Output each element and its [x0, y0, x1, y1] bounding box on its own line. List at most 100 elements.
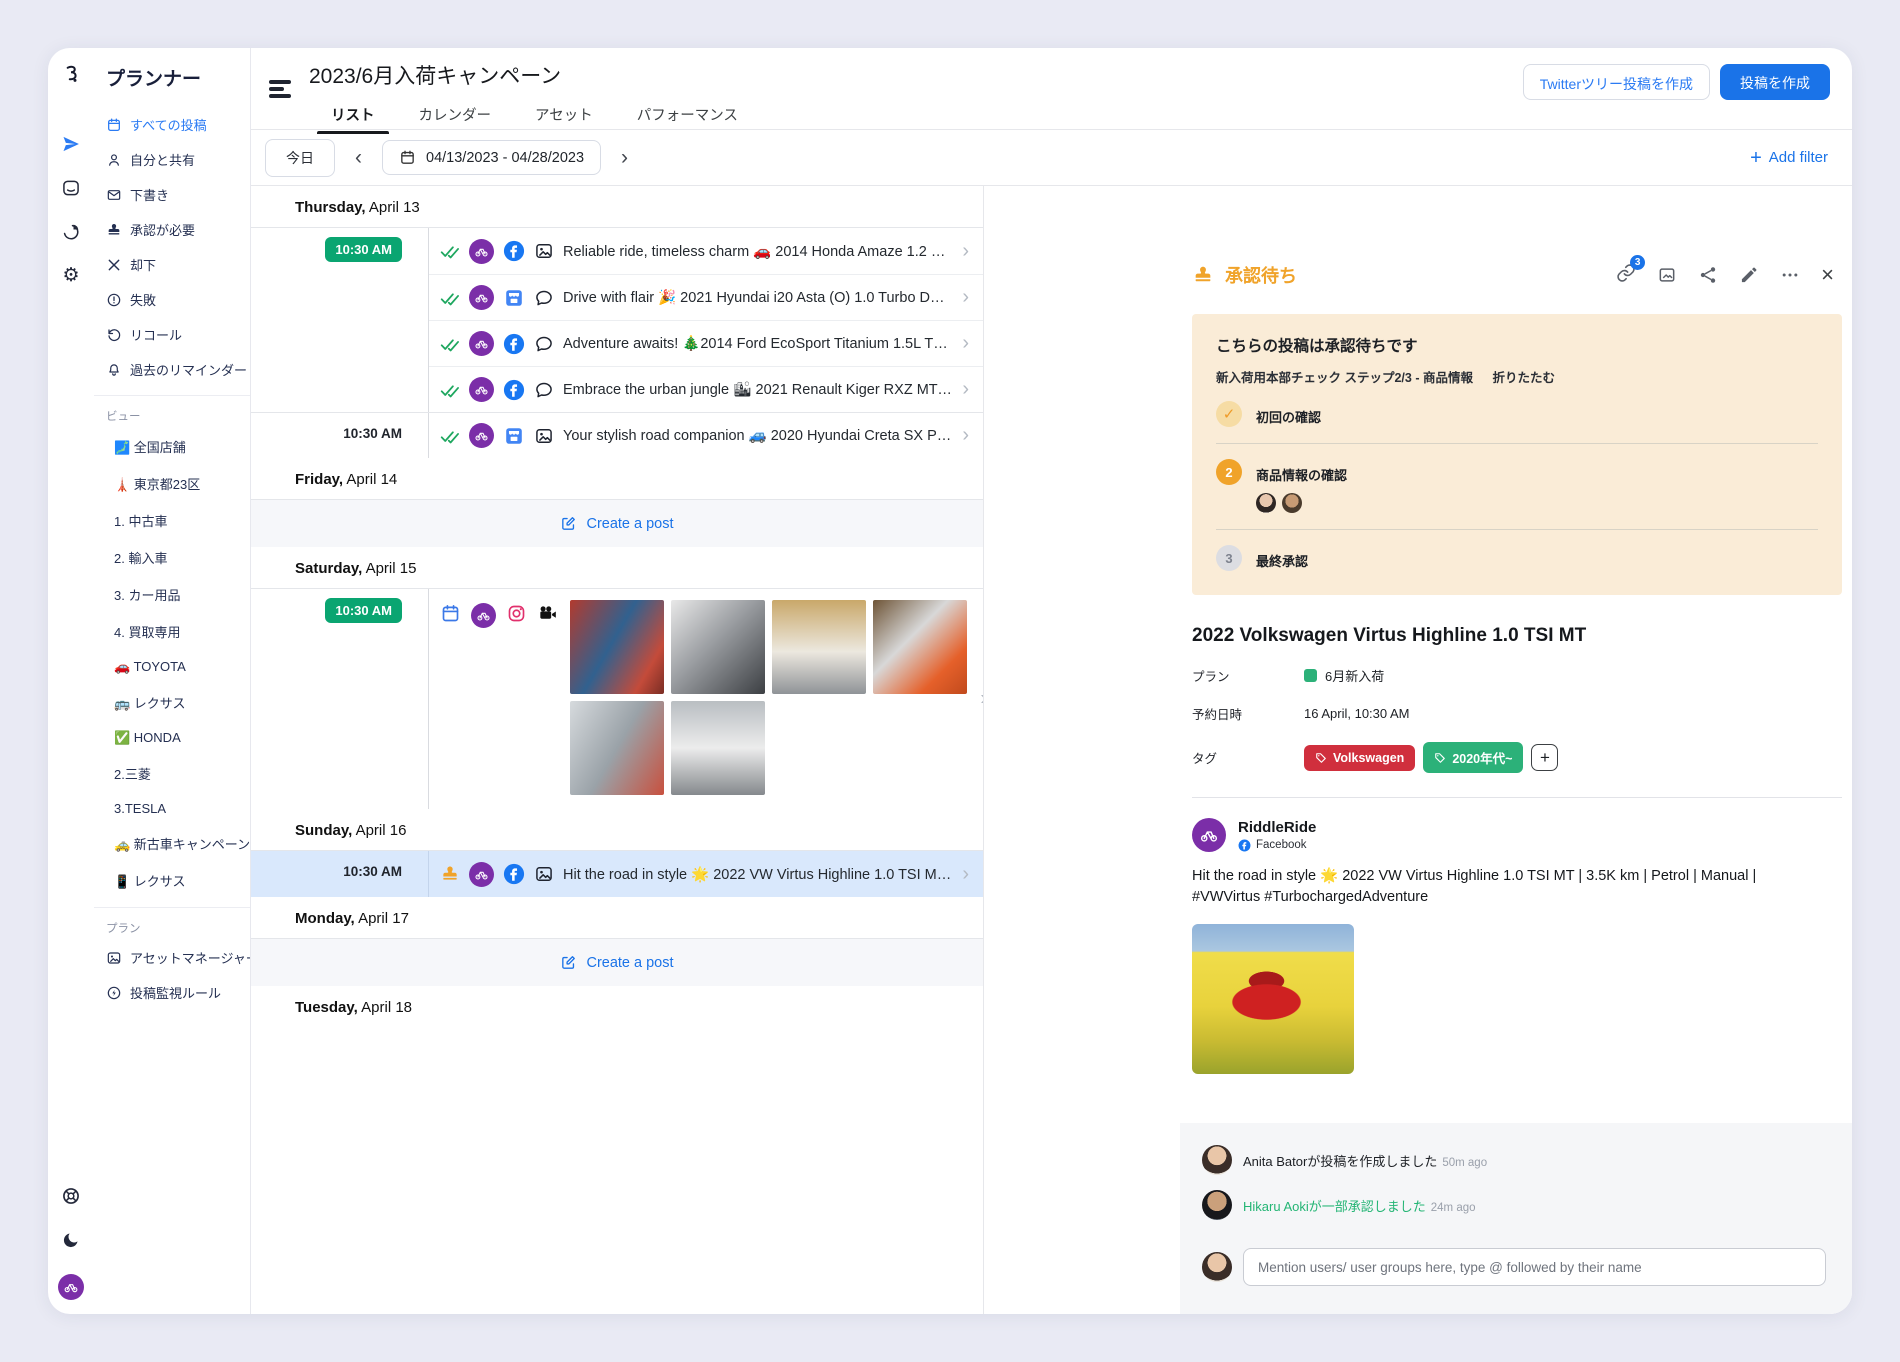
workspace-avatar[interactable] [58, 1274, 84, 1300]
settings-gear-icon[interactable]: ⚙ [62, 266, 79, 285]
tab-performance[interactable]: パフォーマンス [615, 96, 760, 134]
chevron-right-icon: › [962, 332, 971, 355]
tag-volkswagen[interactable]: Volkswagen [1304, 745, 1415, 771]
sidebar-view-purchase-only[interactable]: 4. 買取専用 [94, 613, 250, 650]
sidebar-item-needs-approval[interactable]: 承認が必要 [94, 212, 250, 247]
sidebar-view-lexus-bus[interactable]: 🚌 レクサス [94, 684, 250, 721]
post-row[interactable]: Embrace the urban jungle 🏙 2021 Renault … [251, 366, 983, 412]
sidebar-view-tokyo23[interactable]: 🗼 東京都23区 [94, 465, 250, 502]
approver-avatar[interactable] [1282, 493, 1302, 513]
day-header-sunday: Sunday, April 16 [251, 809, 983, 850]
app-header: 2023/6月入荷キャンペーン リスト カレンダー アセット パフォーマンス T… [251, 48, 1852, 130]
sidebar-view-lexus-mobile[interactable]: 📱 レクサス [94, 862, 250, 899]
post-row-media[interactable]: 10:30 AM [251, 589, 983, 809]
post-row[interactable]: 10:30 AM Your stylish road companion 🚙 2… [251, 412, 983, 458]
create-twitter-thread-button[interactable]: Twitterツリー投稿を作成 [1523, 64, 1710, 100]
chevron-right-icon: › [962, 240, 971, 263]
sidebar-item-failed[interactable]: 失敗 [94, 282, 250, 317]
add-filter-button[interactable]: + Add filter [1750, 148, 1828, 168]
sidebar-item-recalled[interactable]: リコール [94, 317, 250, 352]
plan-field: プラン 6月新入荷 [1192, 666, 1842, 685]
step-number: 2 [1216, 459, 1242, 485]
sidebar-view-mitsubishi[interactable]: 2.三菱 [94, 755, 250, 792]
tag-2020s[interactable]: 2020年代~ [1423, 742, 1523, 773]
sidebar-item-post-monitoring-rules[interactable]: 投稿監視ルール [94, 975, 250, 1010]
post-image-thumbnail[interactable] [772, 600, 866, 694]
dark-mode-moon-icon[interactable] [61, 1230, 81, 1250]
plan-color-chip [1304, 669, 1317, 682]
post-row[interactable]: Drive with flair 🎉 2021 Hyundai i20 Asta… [251, 274, 983, 320]
main-area: 2023/6月入荷キャンペーン リスト カレンダー アセット パフォーマンス T… [251, 48, 1852, 1314]
activity-timestamp: 50m ago [1442, 1157, 1487, 1169]
create-post-row[interactable]: Create a post [251, 938, 983, 986]
help-icon[interactable] [61, 1186, 81, 1206]
engage-inbox-icon[interactable] [61, 178, 81, 198]
sidebar-item-mine-shared[interactable]: 自分と共有 [94, 142, 250, 177]
riddleride-avatar [469, 239, 494, 264]
post-image-thumbnail[interactable] [873, 600, 967, 694]
sidebar-view-honda[interactable]: ✅ HONDA [94, 721, 250, 755]
close-panel-icon[interactable]: × [1821, 264, 1834, 286]
tab-calendar[interactable]: カレンダー [397, 96, 514, 134]
post-image-thumbnail[interactable] [671, 600, 765, 694]
tag-icon [1434, 752, 1446, 764]
approval-workflow-card: こちらの投稿は承認待ちです 新入荷用本部チェック ステップ2/3 - 商品情報 … [1192, 314, 1842, 595]
sidebar-item-rejected[interactable]: 却下 [94, 247, 250, 282]
edit-pencil-icon[interactable] [1739, 265, 1759, 285]
mention-comment-input[interactable] [1243, 1248, 1826, 1286]
post-detail-panel: 承認待ち 3 × こちらの投稿は承認待 [1180, 186, 1852, 1314]
copy-link-icon[interactable]: 3 [1616, 263, 1636, 288]
prev-range-chevron-icon[interactable]: ‹ [347, 146, 370, 170]
post-image-thumbnail[interactable] [570, 701, 664, 795]
image-post-icon [534, 426, 554, 446]
image-post-icon [534, 241, 554, 261]
more-options-icon[interactable] [1780, 265, 1800, 285]
day-header-saturday: Saturday, April 15 [251, 547, 983, 588]
tab-list[interactable]: リスト [309, 96, 397, 134]
post-row[interactable]: 10:30 AM Reliable ride, timeless charm 🚗… [251, 228, 983, 274]
chevron-right-icon: › [962, 424, 971, 447]
sidebar-view-new-used-campaign[interactable]: 🚕 新古車キャンペーン [94, 825, 250, 862]
add-tag-button[interactable]: + [1531, 744, 1558, 771]
sidebar-item-all-posts[interactable]: すべての投稿 [94, 107, 250, 142]
google-business-icon [503, 425, 525, 447]
publish-planner-icon[interactable] [61, 134, 81, 154]
sidebar-view-national-stores[interactable]: 🗾 全国店舗 [94, 428, 250, 465]
create-post-row[interactable]: Create a post [251, 499, 983, 547]
post-list: Thursday, April 13 10:30 AM Reliable rid… [251, 186, 984, 1314]
today-button[interactable]: 今日 [265, 139, 335, 177]
post-image-thumbnail[interactable] [671, 701, 765, 795]
sidebar-item-asset-manager[interactable]: アセットマネージャー [94, 940, 250, 975]
plans-section-label: プラン [94, 907, 250, 940]
reports-pie-icon[interactable] [61, 222, 81, 242]
approval-step-2: 2 商品情報の確認 [1216, 444, 1818, 530]
approved-double-check-icon [440, 334, 460, 354]
sidebar-item-drafts[interactable]: 下書き [94, 177, 250, 212]
date-range-picker[interactable]: 04/13/2023 - 04/28/2023 [382, 140, 601, 175]
compose-icon [560, 954, 577, 971]
day-header-thursday: Thursday, April 13 [251, 186, 983, 227]
day-header-friday: Friday, April 14 [251, 458, 983, 499]
sidebar-view-toyota[interactable]: 🚗 TOYOTA [94, 650, 250, 684]
collapse-link[interactable]: 折りたたむ [1492, 371, 1555, 385]
sidebar-item-past-reminders[interactable]: 過去のリマインダー [94, 352, 250, 387]
share-icon[interactable] [1698, 265, 1718, 285]
tab-assets[interactable]: アセット [513, 96, 615, 134]
preview-frame-icon[interactable] [1657, 265, 1677, 285]
post-detail-image[interactable] [1192, 924, 1354, 1074]
image-post-icon [534, 864, 554, 884]
sidebar-view-imported-cars[interactable]: 2. 輸入車 [94, 539, 250, 576]
approver-avatar[interactable] [1256, 493, 1276, 513]
post-row-selected[interactable]: 10:30 AM Hit the road in style 🌟 2022 VW… [251, 851, 983, 897]
post-text: Your stylish road companion 🚙 2020 Hyund… [563, 427, 953, 444]
hamburger-menu-icon[interactable] [269, 80, 291, 129]
next-range-chevron-icon[interactable]: › [613, 146, 636, 170]
sidebar-view-tesla[interactable]: 3.TESLA [94, 792, 250, 825]
post-row[interactable]: Adventure awaits! 🎄2014 Ford EcoSport Ti… [251, 320, 983, 366]
date-toolbar: 今日 ‹ 04/13/2023 - 04/28/2023 › + Add fil… [251, 130, 1852, 186]
post-image-thumbnail[interactable] [570, 600, 664, 694]
step-number: 3 [1216, 545, 1242, 571]
sidebar-view-car-goods[interactable]: 3. カー用品 [94, 576, 250, 613]
create-post-button[interactable]: 投稿を作成 [1720, 64, 1830, 100]
sidebar-view-used-cars[interactable]: 1. 中古車 [94, 502, 250, 539]
